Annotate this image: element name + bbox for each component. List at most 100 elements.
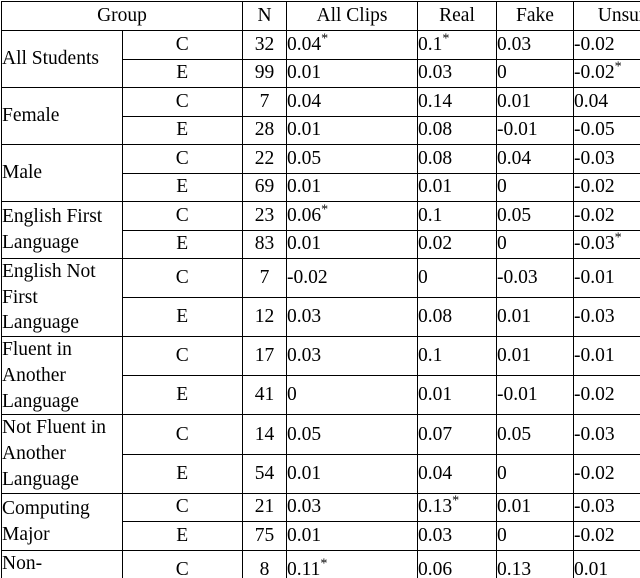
significance-star-icon: * <box>452 492 460 509</box>
value-text: 0.06 <box>418 558 453 578</box>
cell-n: 75 <box>242 521 287 551</box>
value-text: 0.05 <box>497 204 532 226</box>
group-label-cell: English Not First Language <box>1 257 123 338</box>
cell-fake: 0.01 <box>496 297 574 338</box>
group-label-line: Language <box>2 312 79 334</box>
cell-unsurety: -0.03 <box>573 144 640 174</box>
cell-n: 23 <box>242 201 287 231</box>
cell-all-clips: 0.01 <box>286 58 418 88</box>
value-text: 0.04 <box>287 90 322 112</box>
value-text: 0.1 <box>418 33 443 55</box>
group-label-line: Language <box>2 232 79 253</box>
value-text: 0.01 <box>497 306 532 328</box>
cell-fake: 0 <box>496 229 574 259</box>
cell-real: 0 <box>417 257 497 299</box>
cell-condition: E <box>121 172 243 202</box>
cell-n: 69 <box>242 172 287 202</box>
cell-fake: -0.03 <box>496 257 574 299</box>
table-row: English First Language C 23 0.06* 0.1 0.05 -0.0… <box>1 201 640 259</box>
table-row: Fluent in Another Language C 17 0.03 0.1 0.01 -… <box>1 336 640 416</box>
cell-real: 0.03 <box>417 58 497 88</box>
value-text: 0.04 <box>418 462 453 484</box>
cell-n: 28 <box>242 115 287 145</box>
group-label-cell: Non-ComputingMajor <box>1 549 123 578</box>
value-text: -0.02 <box>287 267 328 289</box>
cell-n: 7 <box>242 257 287 299</box>
cell-n: 41 <box>242 375 287 416</box>
value-text: 0.01 <box>497 496 532 518</box>
group-label-line: English Not First <box>2 261 96 308</box>
value-text: -0.02 <box>574 33 615 55</box>
cell-n: 99 <box>242 58 287 88</box>
value-text: 0.01 <box>418 384 453 406</box>
value-text: 0 <box>497 462 507 484</box>
value-text: 0.03 <box>287 496 322 518</box>
cell-unsurety: -0.01 <box>573 257 640 299</box>
cell-condition: C <box>121 257 243 299</box>
value-text: 0.06 <box>287 204 322 226</box>
value-text: 0.02 <box>418 233 453 255</box>
cell-n: 7 <box>242 87 287 117</box>
cell-fake: 0 <box>496 172 574 202</box>
group-label-line: Another Language <box>2 443 79 490</box>
value-text: 0.11 <box>287 558 321 578</box>
group-label-cell: Female <box>1 87 123 145</box>
significance-star-icon: * <box>442 30 450 47</box>
group-label-line: English First <box>2 206 103 228</box>
cell-condition: C <box>121 201 243 231</box>
significance-star-icon: * <box>321 201 329 218</box>
cell-condition: C <box>121 87 243 117</box>
value-text: -0.03 <box>574 423 615 445</box>
cell-condition: C <box>121 30 243 60</box>
cell-condition: C <box>121 414 243 455</box>
cell-real: 0.03 <box>417 521 497 551</box>
cell-real: 0.01 <box>417 172 497 202</box>
value-text: -0.02 <box>574 204 615 226</box>
group-label-cell: All Students <box>1 30 123 88</box>
cell-unsurety: -0.02 <box>573 453 640 494</box>
value-text: -0.03 <box>574 147 615 169</box>
cell-unsurety: -0.02 <box>573 521 640 551</box>
value-text: 0.04 <box>574 90 609 112</box>
cell-fake: 0.03 <box>496 30 574 60</box>
cell-n: 83 <box>242 229 287 259</box>
group-label-line: Not Fluent in <box>2 417 107 439</box>
cell-unsurety: -0.01 <box>573 336 640 377</box>
cell-all-clips: 0 <box>286 375 418 416</box>
value-text: 0.01 <box>287 176 322 198</box>
cell-condition: E <box>121 375 243 416</box>
value-text: 0.01 <box>287 524 322 546</box>
cell-n: 54 <box>242 453 287 494</box>
value-text: -0.02 <box>574 62 615 84</box>
value-text: 0.14 <box>418 90 453 112</box>
cell-all-clips: 0.03 <box>286 492 418 523</box>
group-label-cell: Not Fluent in Another Language <box>1 414 123 494</box>
value-text: 0.03 <box>287 345 322 367</box>
table-row: All Students C 32 0.04* 0.1* 0.03 -0.02 <box>1 30 640 88</box>
value-text: -0.03 <box>574 496 615 518</box>
significance-star-icon: * <box>321 30 329 47</box>
value-text: 0.08 <box>418 119 453 141</box>
value-text: 0 <box>497 62 507 84</box>
cell-all-clips: 0.03 <box>286 297 418 338</box>
value-text: 0.05 <box>497 423 532 445</box>
value-text: 0 <box>497 524 507 546</box>
cell-unsurety: 0.04 <box>573 87 640 117</box>
value-text: 0.08 <box>418 147 453 169</box>
cell-all-clips: 0.06* <box>286 201 418 231</box>
cell-fake: 0.04 <box>496 144 574 174</box>
cell-condition: E <box>121 453 243 494</box>
group-label-cell: Male <box>1 144 123 202</box>
table-row: Male C 22 0.05 0.08 0.04 -0.03 <box>1 144 640 202</box>
cell-unsurety: -0.03 <box>573 297 640 338</box>
table-header-row: Group N All Clips Real Fake Unsurety <box>1 1 640 31</box>
cell-unsurety: -0.03* <box>573 229 640 259</box>
table-row: Non-ComputingMajorC80.11*0.060.130.01 <box>1 549 640 578</box>
value-text: 0.01 <box>497 90 532 112</box>
value-text: 0.04 <box>287 33 322 55</box>
significance-star-icon: * <box>614 58 622 75</box>
cell-all-clips: -0.02 <box>286 257 418 299</box>
group-label-line: All Students <box>2 48 99 70</box>
value-text: -0.01 <box>497 384 538 406</box>
value-text: 0.08 <box>418 306 453 328</box>
